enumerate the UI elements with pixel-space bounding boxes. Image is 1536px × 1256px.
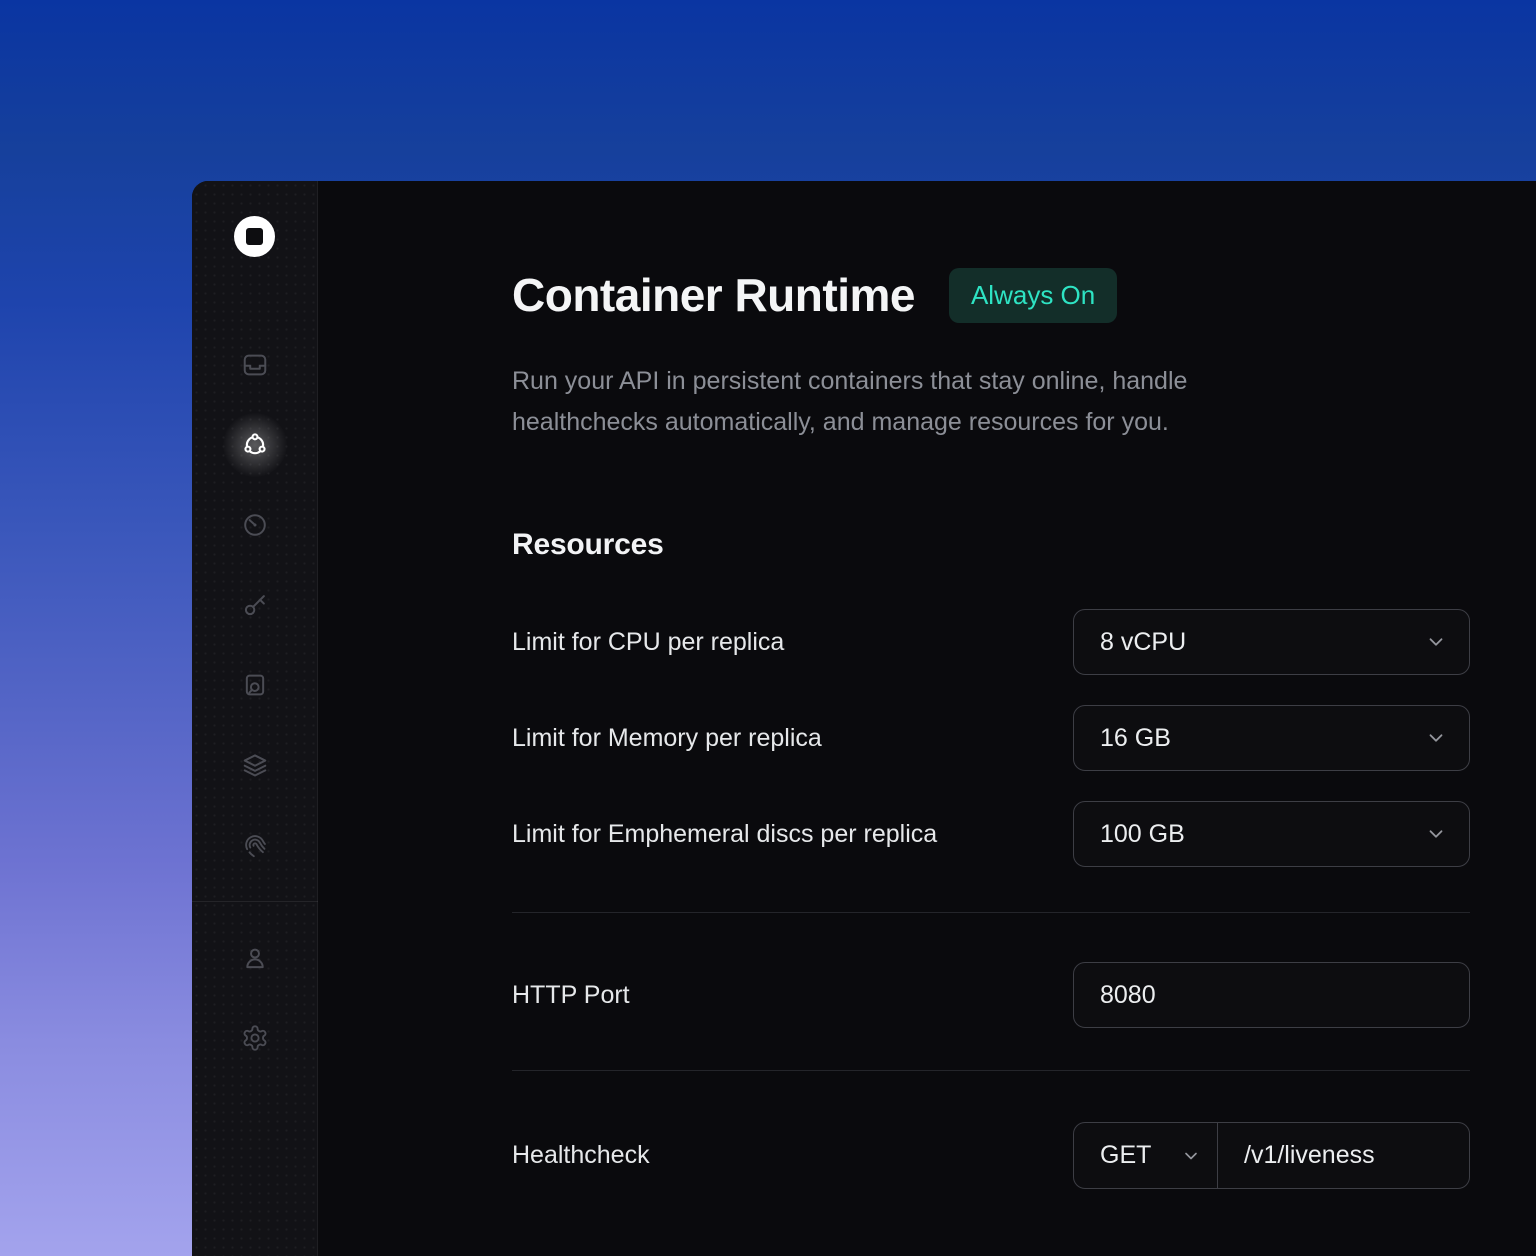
memory-limit-value: 16 GB	[1100, 724, 1171, 753]
healthcheck-method-select[interactable]: GET	[1074, 1123, 1218, 1188]
sidebar-item-logs[interactable]	[231, 661, 279, 709]
app-logo-mark	[246, 228, 263, 245]
memory-limit-select[interactable]: 16 GB	[1073, 705, 1470, 771]
sidebar-item-inbox[interactable]	[231, 341, 279, 389]
healthcheck-label: Healthcheck	[512, 1141, 650, 1170]
sidebar-item-account[interactable]	[231, 934, 279, 982]
app-window: Container Runtime Always On Run your API…	[192, 181, 1536, 1256]
inbox-icon	[241, 351, 269, 379]
sidebar-item-identity[interactable]	[231, 821, 279, 869]
desktop-gradient-background: { "colors": { "gradient_top": "#0a35a2",…	[0, 0, 1536, 1256]
healthcheck-path-value: /v1/liveness	[1244, 1141, 1375, 1170]
chevron-down-icon	[1425, 631, 1447, 653]
cpu-limit-label: Limit for CPU per replica	[512, 628, 784, 657]
sidebar	[192, 181, 318, 1256]
http-port-label: HTTP Port	[512, 981, 630, 1010]
layers-icon	[241, 751, 269, 779]
cpu-limit-value: 8 vCPU	[1100, 628, 1186, 657]
share-network-icon	[241, 431, 269, 459]
chevron-down-icon	[1425, 727, 1447, 749]
http-port-value: 8080	[1100, 981, 1156, 1010]
file-search-icon	[241, 671, 269, 699]
page-description: Run your API in persistent containers th…	[512, 361, 1312, 442]
cpu-limit-select[interactable]: 8 vCPU	[1073, 609, 1470, 675]
sidebar-item-settings[interactable]	[231, 1014, 279, 1062]
ephemeral-disc-limit-row: Limit for Emphemeral discs per replica 1…	[512, 801, 1470, 867]
user-icon	[241, 944, 269, 972]
page-header: Container Runtime Always On	[512, 268, 1470, 323]
ephemeral-disc-limit-label: Limit for Emphemeral discs per replica	[512, 820, 937, 849]
app-logo[interactable]	[234, 216, 275, 257]
status-badge: Always On	[949, 268, 1117, 323]
cpu-limit-row: Limit for CPU per replica 8 vCPU	[512, 609, 1470, 675]
memory-limit-label: Limit for Memory per replica	[512, 724, 822, 753]
healthcheck-path-input[interactable]: /v1/liveness	[1218, 1123, 1469, 1188]
ephemeral-disc-limit-value: 100 GB	[1100, 820, 1185, 849]
chevron-down-icon	[1425, 823, 1447, 845]
settings-gear-icon	[241, 1024, 269, 1052]
section-divider	[512, 912, 1470, 913]
section-divider	[512, 1070, 1470, 1071]
healthcheck-method-value: GET	[1100, 1141, 1151, 1170]
sidebar-item-keys[interactable]	[231, 581, 279, 629]
key-icon	[241, 591, 269, 619]
fingerprint-icon	[241, 831, 269, 859]
sidebar-item-layers[interactable]	[231, 741, 279, 789]
http-port-input[interactable]: 8080	[1073, 962, 1470, 1028]
ephemeral-disc-limit-select[interactable]: 100 GB	[1073, 801, 1470, 867]
healthcheck-row: Healthcheck GET /v1/liveness	[512, 1122, 1470, 1189]
chevron-down-icon	[1181, 1146, 1201, 1166]
resources-heading: Resources	[512, 528, 1470, 562]
sidebar-divider	[192, 901, 318, 902]
gauge-icon	[241, 511, 269, 539]
main-content: Container Runtime Always On Run your API…	[318, 181, 1536, 1256]
sidebar-item-container-runtime[interactable]	[231, 421, 279, 469]
memory-limit-row: Limit for Memory per replica 16 GB	[512, 705, 1470, 771]
http-port-row: HTTP Port 8080	[512, 962, 1470, 1028]
healthcheck-control: GET /v1/liveness	[1073, 1122, 1470, 1189]
sidebar-item-metrics[interactable]	[231, 501, 279, 549]
page-title: Container Runtime	[512, 269, 915, 322]
